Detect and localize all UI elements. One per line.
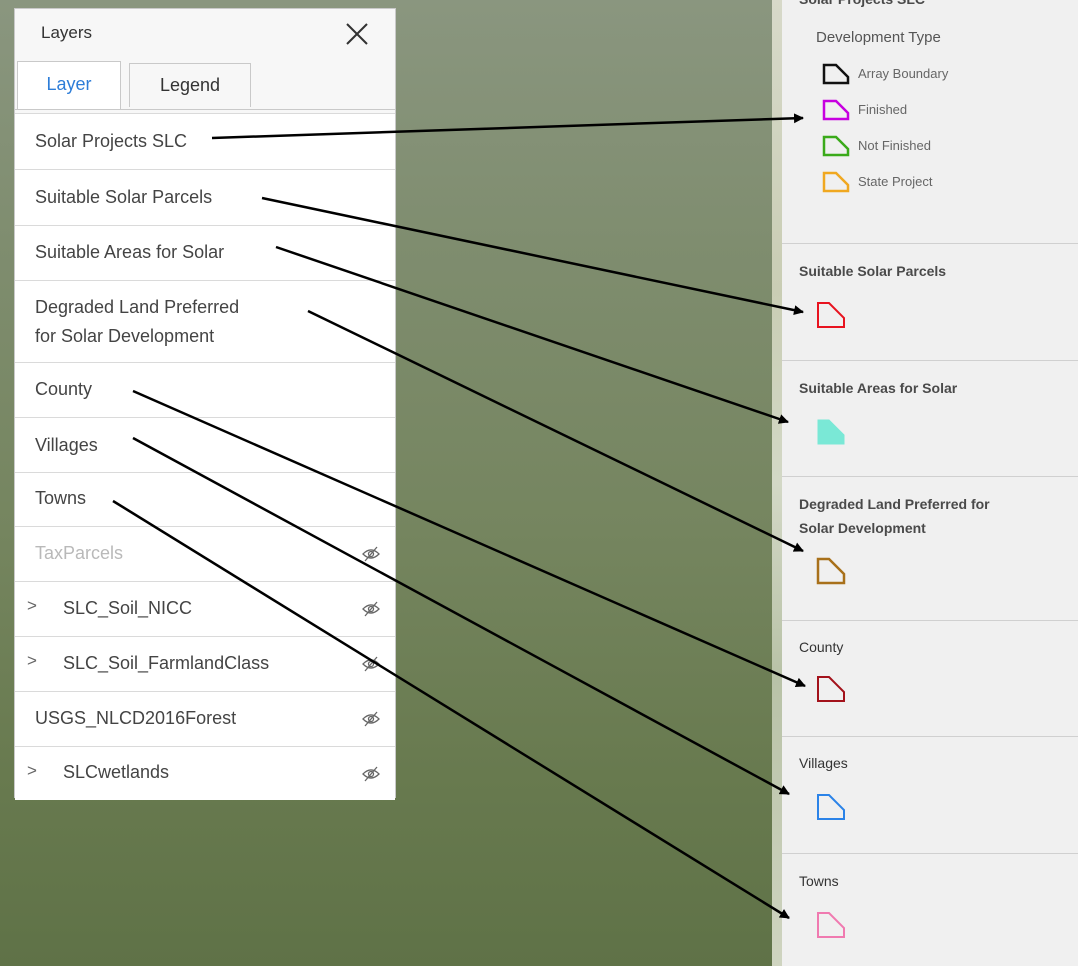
- layer-item-towns[interactable]: Towns: [15, 472, 395, 526]
- layer-item-usgs-nlcd2016forest[interactable]: USGS_NLCD2016Forest: [15, 691, 395, 746]
- legend-section-suitable-areas: Suitable Areas for Solar: [782, 360, 1078, 476]
- legend-title: Villages: [799, 755, 848, 771]
- legend-section-villages: Villages: [782, 736, 1078, 853]
- chevron-right-icon[interactable]: >: [27, 596, 37, 616]
- legend-title-line1: Degraded Land Preferred for: [799, 496, 990, 512]
- legend-subtitle: Development Type: [816, 29, 941, 46]
- layer-label-line1: Degraded Land Preferred: [35, 297, 240, 317]
- eye-off-icon[interactable]: [361, 709, 381, 729]
- layer-item-slc-soil-nicc[interactable]: > SLC_Soil_NICC: [15, 581, 395, 636]
- legend-title: Towns: [799, 873, 839, 889]
- panel-header: Layers: [15, 9, 395, 61]
- tab-legend[interactable]: Legend: [129, 63, 251, 107]
- layer-label: TaxParcels: [35, 543, 124, 563]
- legend-section-county: County: [782, 620, 1078, 736]
- layer-item-solar-projects-slc[interactable]: Solar Projects SLC: [15, 113, 395, 169]
- eye-off-icon[interactable]: [361, 599, 381, 619]
- legend-title-line2: Solar Development: [799, 520, 926, 536]
- finished-swatch-icon: [822, 99, 850, 121]
- layer-item-slc-soil-farmlandclass[interactable]: > SLC_Soil_FarmlandClass: [15, 636, 395, 691]
- layer-label: Villages: [35, 435, 98, 455]
- degraded-land-swatch-icon: [816, 557, 846, 585]
- map-background-strip: [772, 0, 782, 966]
- suitable-areas-swatch-icon: [817, 419, 845, 445]
- legend-item-label: State Project: [858, 174, 933, 189]
- tab-layer[interactable]: Layer: [17, 61, 121, 109]
- legend-title: Suitable Areas for Solar: [799, 380, 958, 396]
- legend-item-label: Not Finished: [858, 138, 931, 153]
- layer-label: SLCwetlands: [63, 762, 170, 782]
- layer-label: USGS_NLCD2016Forest: [35, 708, 237, 728]
- layer-label: SLC_Soil_NICC: [63, 598, 193, 618]
- layer-item-taxparcels[interactable]: TaxParcels: [15, 526, 395, 581]
- legend-section-suitable-solar-parcels: Suitable Solar Parcels: [782, 243, 1078, 360]
- layer-item-slcwetlands[interactable]: > SLCwetlands: [15, 746, 395, 800]
- layer-label: Towns: [35, 488, 87, 508]
- towns-swatch-icon: [817, 912, 845, 938]
- legend-panel: Solar Projects SLC Development Type Arra…: [782, 0, 1078, 966]
- layer-label: Suitable Areas for Solar: [35, 242, 225, 262]
- layer-label: County: [35, 379, 93, 399]
- legend-item-label: Finished: [858, 102, 908, 117]
- legend-section-towns: Towns: [782, 853, 1078, 966]
- legend-section-degraded-land: Degraded Land Preferred for Solar Develo…: [782, 476, 1078, 620]
- villages-swatch-icon: [817, 794, 845, 820]
- layer-label: SLC_Soil_FarmlandClass: [63, 653, 270, 673]
- suitable-solar-parcels-swatch-icon: [817, 302, 845, 328]
- eye-off-icon[interactable]: [361, 654, 381, 674]
- legend-title: Suitable Solar Parcels: [799, 263, 947, 279]
- legend-section-solar-projects: Solar Projects SLC Development Type Arra…: [782, 0, 1078, 243]
- tab-bar: Layer Legend: [15, 61, 395, 110]
- legend-item-label: Array Boundary: [858, 66, 949, 81]
- chevron-right-icon[interactable]: >: [27, 761, 37, 781]
- array-boundary-swatch-icon: [822, 63, 850, 85]
- layer-label-line2: for Solar Development: [35, 326, 215, 346]
- county-swatch-icon: [817, 676, 845, 702]
- state-project-swatch-icon: [822, 171, 850, 193]
- legend-title: County: [799, 639, 844, 655]
- eye-off-icon[interactable]: [361, 544, 381, 564]
- not-finished-swatch-icon: [822, 135, 850, 157]
- eye-off-icon[interactable]: [361, 764, 381, 784]
- layer-item-villages[interactable]: Villages: [15, 417, 395, 472]
- layer-label: Suitable Solar Parcels: [35, 187, 213, 207]
- layer-label: Solar Projects SLC: [35, 131, 188, 151]
- layer-item-county[interactable]: County: [15, 362, 395, 417]
- layer-item-degraded-land[interactable]: Degraded Land Preferred for Solar Develo…: [15, 280, 395, 362]
- layer-item-suitable-areas-for-solar[interactable]: Suitable Areas for Solar: [15, 225, 395, 280]
- legend-title: Solar Projects SLC: [799, 0, 925, 10]
- panel-title: Layers: [41, 23, 93, 42]
- close-icon[interactable]: [344, 21, 370, 47]
- layer-item-suitable-solar-parcels[interactable]: Suitable Solar Parcels: [15, 169, 395, 225]
- layers-panel: Layers Layer Legend Solar Projects SLC S…: [14, 8, 396, 800]
- chevron-right-icon[interactable]: >: [27, 651, 37, 671]
